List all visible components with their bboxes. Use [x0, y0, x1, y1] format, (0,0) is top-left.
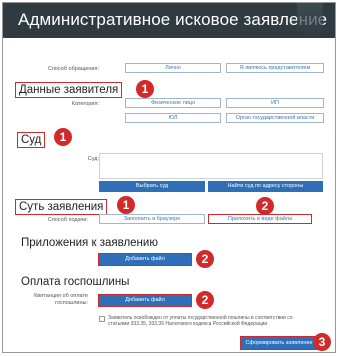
contact-method-label: Способ обращения:: [47, 66, 99, 72]
page-title: Административное исковое заявление: [18, 10, 328, 29]
attachments-section-title: Приложения к заявлению: [21, 237, 158, 249]
category-option-individual[interactable]: Физическое лицо: [125, 98, 221, 108]
fee-exempt-text-line2: статьями 333.35, 333.36 Налогового кодек…: [108, 321, 268, 327]
annotation-marker-2: 2: [196, 291, 214, 309]
category-label: Категория:: [71, 101, 99, 107]
select-court-button[interactable]: Выбрать суд: [99, 181, 205, 192]
annotation-marker-1: 1: [54, 128, 72, 146]
form-window: Административное исковое заявление Спосо…: [2, 2, 336, 353]
category-option-ip[interactable]: ИП: [226, 98, 324, 108]
annotation-marker-1: 1: [136, 80, 154, 98]
contact-option-personal[interactable]: Лично: [125, 63, 221, 73]
annotation-marker-1: 1: [117, 196, 135, 214]
annotation-marker-2: 2: [196, 250, 214, 268]
receipt-label-line2: госпошлины:: [55, 300, 88, 306]
essence-section-title: Суть заявления: [15, 199, 108, 215]
add-receipt-button[interactable]: Добавить файл: [98, 294, 192, 307]
annotation-marker-2: 2: [256, 197, 274, 215]
court-field[interactable]: [99, 153, 323, 179]
add-attachment-button[interactable]: Добавить файл: [98, 253, 192, 266]
court-label: Суд:: [87, 156, 99, 162]
contact-option-representative[interactable]: Я являюсь представителем: [226, 63, 324, 73]
applicant-section-title: Данные заявителя: [15, 82, 123, 98]
submit-button[interactable]: Сформировать заявление: [240, 336, 318, 350]
court-section-title: Суд: [17, 132, 46, 148]
submission-option-file[interactable]: Прилохить в виде файла: [208, 214, 312, 224]
lamp-decoration: [297, 3, 323, 38]
page-header: Административное исковое заявление: [3, 3, 335, 38]
category-option-legal[interactable]: ЮЛ: [125, 113, 221, 123]
find-court-button[interactable]: Найти суд по адресу стороны: [208, 181, 323, 192]
submission-method-label: Способ подачи:: [47, 217, 88, 223]
category-option-authority[interactable]: Орган государственной власти: [226, 113, 324, 123]
submission-option-browser[interactable]: Заполнить в браузере: [99, 214, 205, 224]
fee-exempt-checkbox[interactable]: [99, 316, 105, 322]
annotation-marker-3: 3: [313, 333, 331, 351]
receipt-label-line1: Квитанция об оплате: [34, 293, 88, 299]
fee-section-title: Оплата госпошлины: [21, 276, 130, 288]
